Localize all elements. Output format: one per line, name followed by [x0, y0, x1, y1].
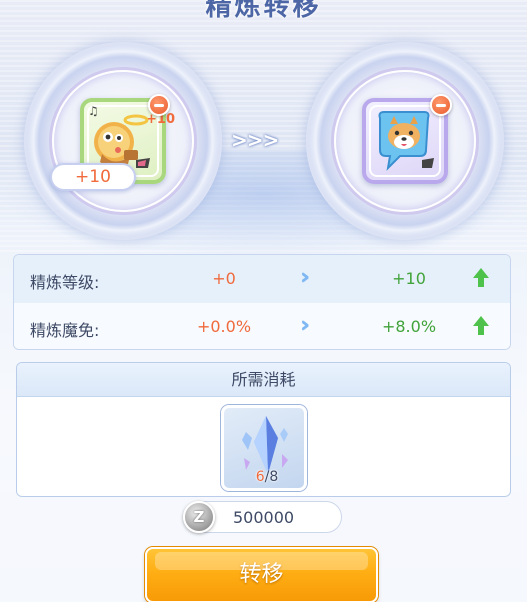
material-have: 6 [255, 469, 265, 485]
double-chevron-right-icon: ›› [300, 265, 311, 290]
stat-label: 精炼魔免: [30, 321, 100, 340]
source-item-slot[interactable]: ♫ +10 [24, 42, 222, 240]
stat-row-refine-level: 精炼等级: +0 ›› +10 [14, 255, 510, 303]
cost-panel: 所需消耗 6/8 [16, 362, 511, 497]
stat-to-value: +10 [392, 269, 426, 288]
currency-amount: 500000 [233, 508, 295, 527]
stat-to-value: +8.0% [381, 317, 437, 336]
double-chevron-right-icon: ›› [300, 313, 311, 338]
material-need: /8 [264, 469, 279, 485]
stat-from-value: +0.0% [196, 317, 252, 336]
up-arrow-icon [473, 316, 489, 338]
cost-header: 所需消耗 [17, 363, 510, 397]
transfer-arrows: >>> [231, 128, 279, 152]
page-title: 精炼转移 [205, 0, 322, 22]
refine-stats-table: 精炼等级: +0 ›› +10 精炼魔免: +0.0% ›› +8.0% [13, 254, 511, 350]
material-slot[interactable]: 6/8 [221, 405, 307, 491]
remove-source-button[interactable] [148, 94, 170, 116]
stat-label: 精炼等级: [30, 273, 100, 292]
material-count: 6/8 [224, 469, 310, 485]
transfer-button[interactable]: 转移 [145, 547, 378, 602]
stat-row-magic-immunity: 精炼魔免: +0.0% ›› +8.0% [14, 303, 510, 349]
zeny-coin-icon [183, 501, 215, 533]
stat-from-value: +0 [212, 269, 236, 288]
source-level-badge: +10 [50, 163, 136, 191]
shiba-speech-bubble-headwear-icon [378, 111, 434, 171]
up-arrow-icon [473, 268, 489, 290]
target-item-slot[interactable] [306, 42, 504, 240]
remove-target-button[interactable] [430, 94, 452, 116]
